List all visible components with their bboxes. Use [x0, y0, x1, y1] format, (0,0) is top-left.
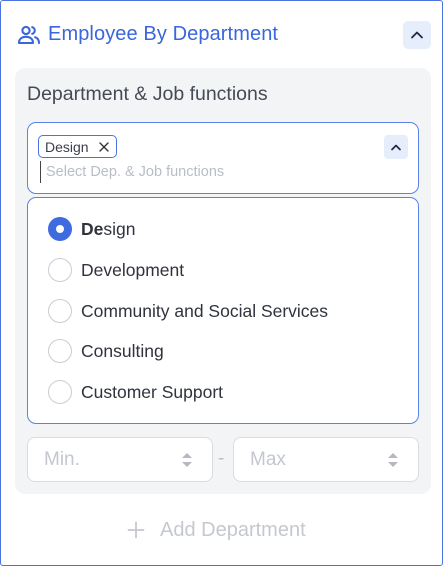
radio-unchecked[interactable]: [48, 299, 72, 323]
radio-unchecked[interactable]: [48, 339, 72, 363]
option-label: Consulting: [81, 340, 164, 361]
option-label: Development: [81, 259, 185, 280]
selected-chip: Design: [38, 135, 117, 158]
add-department-label: Add Department: [160, 518, 306, 541]
option-design[interactable]: Design: [48, 214, 408, 244]
radio-unchecked[interactable]: [48, 258, 72, 282]
department-select[interactable]: Design: [27, 122, 419, 194]
spinner-icon[interactable]: [180, 450, 194, 470]
option-label: Community and Social Services: [81, 300, 329, 321]
option-development[interactable]: Development: [48, 255, 408, 285]
department-dropdown: Design Development Community and Social …: [27, 197, 419, 424]
min-field[interactable]: [27, 437, 213, 482]
close-icon[interactable]: [98, 141, 110, 153]
chevron-up-icon: [411, 31, 423, 39]
option-label: Customer Support: [81, 381, 224, 402]
plus-icon: [127, 521, 145, 539]
range-separator: -: [218, 448, 225, 469]
option-label: Design: [81, 218, 136, 239]
employee-department-card: Employee By Department Department & Job …: [0, 0, 443, 566]
min-input[interactable]: [44, 448, 164, 472]
option-customer-support[interactable]: Customer Support: [48, 377, 408, 407]
department-filter-panel: Department & Job functions Design Design: [15, 68, 431, 494]
card-header: Employee By Department: [15, 21, 433, 51]
spinner-icon[interactable]: [386, 450, 400, 470]
add-department-button[interactable]: Add Department: [127, 516, 306, 544]
section-label: Department & Job functions: [27, 83, 268, 105]
radio-checked[interactable]: [48, 217, 72, 241]
chip-label: Design: [45, 138, 89, 155]
collapse-button[interactable]: [403, 21, 431, 49]
radio-unchecked[interactable]: [48, 380, 72, 404]
option-consulting[interactable]: Consulting: [48, 336, 408, 366]
select-toggle-button[interactable]: [384, 135, 408, 159]
max-input[interactable]: [250, 448, 370, 472]
card-title: Employee By Department: [48, 23, 279, 45]
employee-range-row: -: [27, 437, 419, 482]
chevron-up-icon: [391, 144, 401, 150]
people-icon: [17, 25, 41, 45]
max-field[interactable]: [233, 437, 419, 482]
department-search-input[interactable]: [40, 161, 370, 183]
option-community-social-services[interactable]: Community and Social Services: [48, 296, 408, 326]
